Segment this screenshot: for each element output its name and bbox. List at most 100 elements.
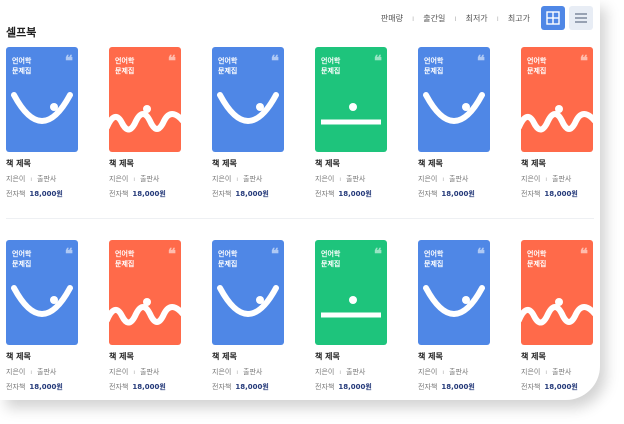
book-title[interactable]: 책 제목: [212, 158, 284, 169]
cover-title: 언어학 문제집: [321, 249, 340, 269]
quote-icon: ❝: [373, 52, 382, 70]
smile-art-icon: [11, 92, 73, 124]
book-cover[interactable]: 언어학 문제집 ❝: [6, 47, 78, 152]
quote-icon: ❝: [270, 52, 279, 70]
cover-title-line: 문제집: [115, 67, 135, 75]
book-title[interactable]: 책 제목: [315, 351, 387, 362]
sort-option[interactable]: 판매량: [381, 13, 403, 24]
book-title[interactable]: 책 제목: [109, 158, 181, 169]
book-publisher: 출판사: [346, 368, 366, 376]
sort-option[interactable]: 출간일: [423, 13, 445, 24]
line-art-icon: [321, 296, 381, 318]
book-cover[interactable]: 언어학 문제집 ❝: [6, 240, 78, 345]
book-card[interactable]: 언어학 문제집 ❝ 책 제목 지은이 ı 출판사 전자책 18,000원: [418, 47, 490, 199]
meta-separator: ı: [339, 175, 341, 183]
grid-view-button[interactable]: [541, 6, 565, 30]
book-card[interactable]: 언어학 문제집 ❝ 책 제목 지은이 ı 출판사 전자책 18,000원: [418, 240, 490, 392]
book-cover[interactable]: 언어학문제집 ❝: [315, 47, 387, 152]
book-meta: 지은이 ı 출판사: [212, 367, 284, 377]
book-title[interactable]: 책 제목: [6, 351, 78, 362]
meta-separator: ı: [133, 175, 135, 183]
meta-separator: ı: [30, 175, 32, 183]
book-cover[interactable]: 언어학 문제집 ❝: [521, 47, 593, 152]
book-author: 지은이: [418, 175, 438, 183]
sort-separator: ı: [496, 14, 499, 23]
book-publisher: 출판사: [346, 175, 366, 183]
sort-option[interactable]: 최고가: [508, 13, 530, 24]
book-card[interactable]: 언어학 문제집 ❝ 책 제목 지은이 ı 출판사 전자책 18,000원: [315, 47, 387, 199]
book-title[interactable]: 책 제목: [521, 158, 593, 169]
book-cover[interactable]: 언어학 문제집 ❝: [212, 240, 284, 345]
book-price: 18,000원: [544, 383, 578, 391]
book-cover[interactable]: 언어학 문제집 ❝: [109, 47, 181, 152]
book-title[interactable]: 책 제목: [315, 158, 387, 169]
book-meta: 지은이 ı 출판사: [109, 174, 181, 184]
book-format: 전자책: [109, 383, 129, 391]
cover-title-line: 문제집: [321, 67, 341, 75]
book-title[interactable]: 책 제목: [418, 158, 490, 169]
book-card[interactable]: 언어학 문제집 ❝ 책 제목 지은이 ı 출판사 전자책 18,000원: [521, 240, 593, 392]
meta-separator: ı: [133, 368, 135, 376]
book-author: 지은이: [315, 368, 335, 376]
book-cover[interactable]: 언어학 문제집 ❝: [521, 240, 593, 345]
meta-separator: ı: [236, 368, 238, 376]
quote-icon: ❝: [579, 245, 588, 263]
wave-art-icon: [109, 105, 181, 133]
book-author: 지은이: [109, 368, 129, 376]
book-price: 18,000원: [441, 383, 475, 391]
cover-title-line: 언어학: [527, 250, 547, 258]
cover-title-line: 언어학: [424, 250, 444, 258]
book-meta: 지은이 ı 출판사: [418, 367, 490, 377]
cover-title-line: 언어학: [218, 250, 238, 258]
book-cover[interactable]: 언어학 문제집 ❝: [212, 47, 284, 152]
cover-title-line: 문제집: [424, 260, 444, 268]
book-title[interactable]: 책 제목: [521, 351, 593, 362]
book-author: 지은이: [212, 368, 232, 376]
book-price-line: 전자책 18,000원: [315, 189, 387, 199]
book-cover[interactable]: 언어학 문제집 ❝: [109, 240, 181, 345]
book-meta: 지은이 ı 출판사: [6, 174, 78, 184]
cover-title: 언어학 문제집: [527, 249, 546, 269]
book-card[interactable]: 언어학 문제집 ❝ 책 제목 지은이 ı 출판사 전자책 18,000원: [212, 47, 284, 199]
book-publisher: 출판사: [552, 175, 572, 183]
book-price: 18,000원: [132, 383, 166, 391]
book-author: 지은이: [212, 175, 232, 183]
book-price: 18,000원: [235, 383, 269, 391]
quote-icon: ❝: [64, 245, 73, 263]
book-cover[interactable]: 언어학 문제집 ❝: [315, 240, 387, 345]
book-cover[interactable]: 언어학 문제집 ❝: [418, 240, 490, 345]
sort-separator: ı: [454, 14, 457, 23]
sort-bar: 판매량 ı 출간일 ı 최저가 ı 최고가: [381, 13, 530, 24]
book-card[interactable]: 언어학 문제집 ❝ 책 제목 지은이 ı 출판사 전자책 18,000원: [109, 47, 181, 199]
page-title: 셀프북: [6, 26, 37, 39]
book-card[interactable]: 언어학 문제집 ❝ 책 제목 지은이 ı 출판사 전자책 18,000원: [521, 47, 593, 199]
quote-icon: ❝: [476, 52, 485, 70]
book-card[interactable]: 언어학 문제집 ❝ 책 제목 지은이 ı 출판사 전자책 18,000원: [6, 47, 78, 199]
line-art-icon: [321, 103, 381, 125]
cover-title-line: 문제집: [12, 67, 32, 75]
book-title[interactable]: 책 제목: [6, 158, 78, 169]
sort-option[interactable]: 최저가: [466, 13, 488, 24]
book-title[interactable]: 책 제목: [212, 351, 284, 362]
book-card[interactable]: 언어학 문제집 ❝ 책 제목 지은이 ı 출판사 전자책 18,000원: [315, 240, 387, 392]
book-card[interactable]: 언어학 문제집 ❝ 책 제목 지은이 ı 출판사 전자책 18,000원: [212, 240, 284, 392]
book-card[interactable]: 언어학 문제집 ❝ 책 제목 지은이 ı 출판사 전자책 18,000원: [6, 240, 78, 392]
book-format: 전자책: [418, 190, 438, 198]
smile-art-icon: [423, 285, 485, 317]
cover-title-line: 언어학: [321, 57, 341, 65]
quote-icon: ❝: [64, 52, 73, 70]
book-meta: 지은이 ı 출판사: [109, 367, 181, 377]
book-title[interactable]: 책 제목: [109, 351, 181, 362]
book-publisher: 출판사: [449, 175, 469, 183]
book-price-line: 전자책 18,000원: [6, 382, 78, 392]
cover-title-line: 문제집: [424, 67, 444, 75]
book-title[interactable]: 책 제목: [418, 351, 490, 362]
wave-art-icon: [521, 105, 593, 133]
cover-title-line: 언어학: [12, 250, 32, 258]
book-card[interactable]: 언어학 문제집 ❝ 책 제목 지은이 ı 출판사 전자책 18,000원: [109, 240, 181, 392]
list-icon: [575, 13, 587, 23]
book-meta: 지은이 ı 출판사: [212, 174, 284, 184]
cover-title-line: 문제집: [321, 260, 341, 268]
book-cover[interactable]: 언어학 문제집 ❝: [418, 47, 490, 152]
list-view-button[interactable]: [569, 6, 593, 30]
